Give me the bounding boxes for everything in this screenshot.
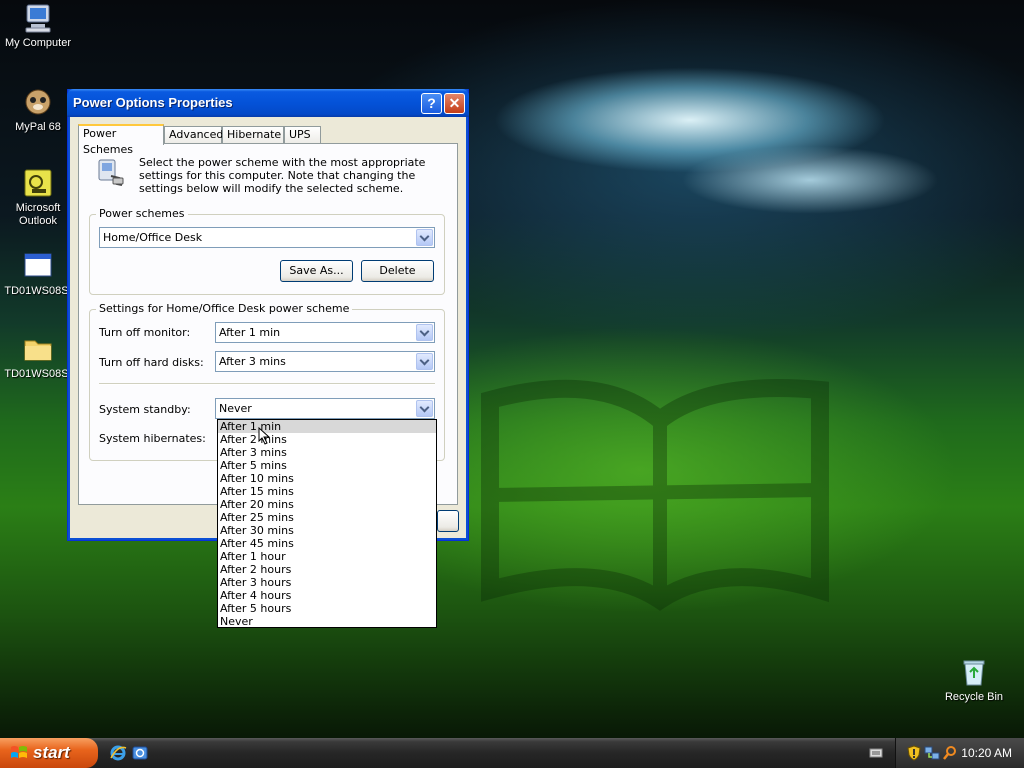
dropdown-option[interactable]: After 3 hours <box>218 576 436 589</box>
close-button[interactable]: ✕ <box>444 93 465 114</box>
tab-ups[interactable]: UPS <box>284 126 321 144</box>
computer-icon <box>22 2 54 34</box>
dropdown-option[interactable]: After 2 hours <box>218 563 436 576</box>
turn-off-monitor-label: Turn off monitor: <box>99 326 191 339</box>
help-button[interactable]: ? <box>421 93 442 114</box>
system-tray: 10:20 AM <box>895 738 1024 768</box>
desktop-icon-label: TD01WS08S. <box>4 285 72 297</box>
recycle-bin-icon <box>958 656 990 688</box>
tab-advanced[interactable]: Advanced <box>164 126 223 144</box>
application-window-icon <box>22 250 54 282</box>
save-as-button[interactable]: Save As... <box>280 260 353 282</box>
desktop-icon-label: TD01WS08S. <box>4 368 72 380</box>
desktop-icon-label: MyPal 68 <box>15 121 61 133</box>
dropdown-option[interactable]: After 1 hour <box>218 550 436 563</box>
ok-button[interactable] <box>437 510 459 532</box>
chevron-down-icon[interactable] <box>416 400 433 417</box>
outlook-express-icon[interactable] <box>131 744 149 762</box>
keyboard-icon[interactable] <box>869 747 883 759</box>
system-standby-select[interactable]: Never <box>215 398 435 419</box>
turn-off-hard-disks-label: Turn off hard disks: <box>99 356 204 369</box>
dropdown-option[interactable]: After 45 mins <box>218 537 436 550</box>
folder-icon <box>22 333 54 365</box>
dropdown-option[interactable]: After 5 mins <box>218 459 436 472</box>
chevron-down-icon[interactable] <box>416 324 433 341</box>
dropdown-option[interactable]: After 3 mins <box>218 446 436 459</box>
desktop-icon-recycle-bin[interactable]: Recycle Bin <box>936 656 1012 704</box>
desktop-icon-label: My Computer <box>4 37 72 49</box>
select-value: Never <box>219 402 252 415</box>
windows-flag-icon <box>11 746 27 758</box>
select-value: Home/Office Desk <box>103 231 203 244</box>
system-standby-label: System standby: <box>99 403 191 416</box>
taskbar: start 10:20 AM <box>0 738 1024 768</box>
dropdown-option[interactable]: After 1 min <box>218 420 436 433</box>
tab-power-schemes[interactable]: Power Schemes <box>78 124 164 156</box>
security-shield-icon[interactable] <box>906 745 922 761</box>
intro-text: Select the power scheme with the most ap… <box>139 156 426 195</box>
power-scheme-select[interactable]: Home/Office Desk <box>99 227 435 248</box>
desktop-icon-label: Microsoft Outlook <box>15 202 61 227</box>
mouse-pointer-icon <box>258 427 271 445</box>
select-value: After 3 mins <box>219 355 286 368</box>
outlook-icon <box>22 167 54 199</box>
close-icon: ✕ <box>448 95 461 111</box>
clock[interactable]: 10:20 AM <box>961 746 1012 760</box>
desktop-icon-label: Recycle Bin <box>944 691 1004 703</box>
help-icon: ? <box>427 95 436 111</box>
power-schemes-group: Power schemes Home/Office Desk Save As..… <box>89 207 445 295</box>
select-value: After 1 min <box>219 326 281 339</box>
network-icon[interactable] <box>924 745 940 761</box>
desktop-icon-outlook[interactable]: Microsoft Outlook <box>0 167 76 228</box>
delete-button[interactable]: Delete <box>361 260 434 282</box>
window-title: Power Options Properties <box>73 95 233 110</box>
settings-divider <box>99 383 435 385</box>
group-title: Power schemes <box>96 207 188 220</box>
title-bar[interactable]: Power Options Properties ? ✕ <box>67 89 469 117</box>
chevron-down-icon[interactable] <box>416 353 433 370</box>
tab-hibernate[interactable]: Hibernate <box>222 126 284 144</box>
dropdown-option[interactable]: After 15 mins <box>218 485 436 498</box>
start-button[interactable]: start <box>0 738 98 768</box>
search-icon[interactable] <box>942 745 958 761</box>
desktop-icon-td01ws08s-window[interactable]: TD01WS08S. <box>0 250 76 298</box>
dropdown-option[interactable]: After 25 mins <box>218 511 436 524</box>
system-hibernates-label: System hibernates: <box>99 432 206 445</box>
group-title: Settings for Home/Office Desk power sche… <box>96 302 353 315</box>
system-standby-dropdown-list[interactable]: After 1 min After 2 mins After 3 mins Af… <box>217 419 437 628</box>
turn-off-monitor-select[interactable]: After 1 min <box>215 322 435 343</box>
wallpaper-logo-shape <box>481 379 829 611</box>
dropdown-option[interactable]: After 20 mins <box>218 498 436 511</box>
dropdown-option[interactable]: After 4 hours <box>218 589 436 602</box>
turn-off-hard-disks-select[interactable]: After 3 mins <box>215 351 435 372</box>
dropdown-option[interactable]: After 30 mins <box>218 524 436 537</box>
dropdown-option[interactable]: After 5 hours <box>218 602 436 615</box>
dropdown-option[interactable]: After 2 mins <box>218 433 436 446</box>
dropdown-option[interactable]: Never <box>218 615 436 628</box>
mypal-icon <box>22 86 54 118</box>
start-label: start <box>33 743 70 762</box>
dropdown-option[interactable]: After 10 mins <box>218 472 436 485</box>
chevron-down-icon[interactable] <box>416 229 433 246</box>
desktop-icon-my-computer[interactable]: My Computer <box>0 2 76 50</box>
desktop-icon-td01ws08s-folder[interactable]: TD01WS08S. <box>0 333 76 381</box>
internet-explorer-icon[interactable] <box>109 744 127 762</box>
desktop-icon-mypal[interactable]: MyPal 68 <box>0 86 76 134</box>
power-options-icon <box>93 156 127 190</box>
